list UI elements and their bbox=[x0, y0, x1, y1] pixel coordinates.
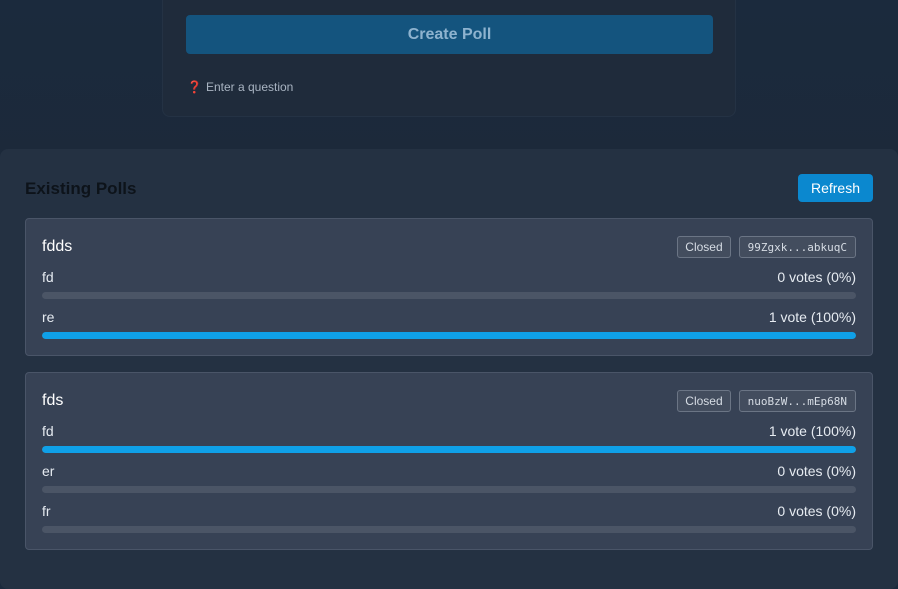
option-label: re bbox=[42, 309, 55, 325]
option-votes: 0 votes (0%) bbox=[777, 503, 856, 519]
existing-polls-panel: Existing Polls Refresh fdds Closed 99Zgx… bbox=[0, 149, 898, 589]
option-votes: 0 votes (0%) bbox=[777, 463, 856, 479]
option-label: fd bbox=[42, 423, 54, 439]
existing-polls-title: Existing Polls bbox=[25, 179, 137, 198]
vote-progress-track bbox=[42, 526, 856, 533]
vote-progress-track bbox=[42, 292, 856, 299]
question-hint-text: Enter a question bbox=[205, 80, 294, 94]
vote-progress-track bbox=[42, 486, 856, 493]
poll-option: fd 1 vote (100%) bbox=[26, 417, 872, 457]
poll-title: fds bbox=[42, 392, 64, 409]
poll-status-badge: Closed bbox=[677, 236, 731, 258]
option-label: fd bbox=[42, 269, 54, 285]
refresh-button[interactable]: Refresh bbox=[798, 174, 873, 202]
poll-title: fdds bbox=[42, 238, 73, 255]
question-mark-icon: ❓ bbox=[187, 80, 202, 94]
option-label: fr bbox=[42, 503, 51, 519]
option-votes: 0 votes (0%) bbox=[777, 269, 856, 285]
poll-id-badge[interactable]: nuoBzW...mEp68N bbox=[738, 390, 856, 412]
poll-status-badge: Closed bbox=[677, 390, 731, 412]
poll-card: fdds Closed 99Zgxk...abkuqC fd 0 votes (… bbox=[25, 218, 873, 356]
create-poll-card: Create Poll ❓ Enter a question bbox=[162, 0, 736, 117]
poll-option: fd 0 votes (0%) bbox=[26, 263, 872, 303]
create-poll-button[interactable]: Create Poll bbox=[186, 15, 713, 54]
poll-card: fds Closed nuoBzW...mEp68N fd 1 vote (10… bbox=[25, 372, 873, 550]
poll-option: fr 0 votes (0%) bbox=[26, 497, 872, 537]
vote-progress-track bbox=[42, 332, 856, 339]
poll-option: re 1 vote (100%) bbox=[26, 303, 872, 343]
poll-option: er 0 votes (0%) bbox=[26, 457, 872, 497]
question-hint: ❓ Enter a question bbox=[187, 80, 293, 94]
option-label: er bbox=[42, 463, 55, 479]
option-votes: 1 vote (100%) bbox=[768, 309, 856, 325]
vote-progress-fill bbox=[42, 446, 856, 453]
vote-progress-track bbox=[42, 446, 856, 453]
poll-id-badge[interactable]: 99Zgxk...abkuqC bbox=[738, 236, 856, 258]
vote-progress-fill bbox=[42, 332, 856, 339]
option-votes: 1 vote (100%) bbox=[768, 423, 856, 439]
